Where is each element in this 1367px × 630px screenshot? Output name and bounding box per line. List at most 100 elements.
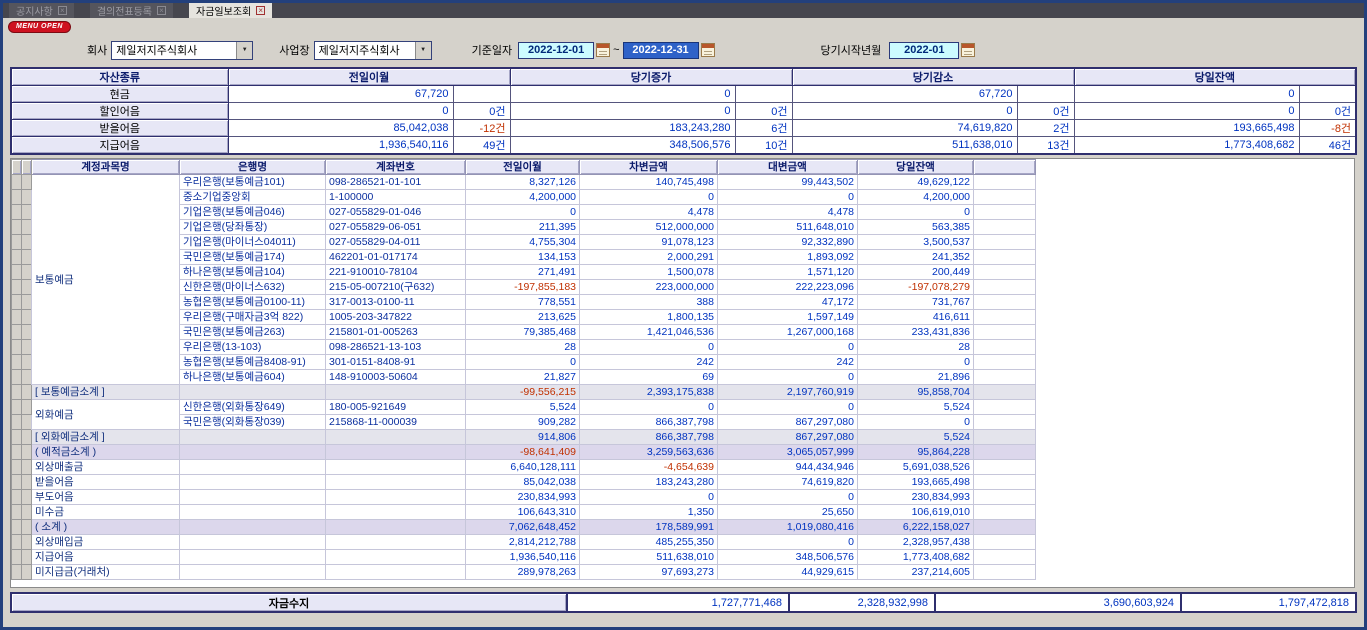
row-selector[interactable] <box>22 205 32 220</box>
debit-cell[interactable]: 0 <box>580 400 718 415</box>
balance-cell[interactable]: 21,896 <box>858 370 974 385</box>
bank-name-cell[interactable] <box>180 535 326 550</box>
account-no-cell[interactable]: 1-100000 <box>326 190 466 205</box>
count-cell[interactable] <box>735 86 792 103</box>
amount-cell[interactable]: 74,619,820 <box>792 120 1017 137</box>
close-icon[interactable]: × <box>157 6 166 15</box>
close-icon[interactable]: × <box>58 6 67 15</box>
row-selector[interactable] <box>12 475 22 490</box>
row-selector[interactable] <box>12 535 22 550</box>
account-no-cell[interactable] <box>326 535 466 550</box>
carry-cell[interactable]: 79,385,468 <box>466 325 580 340</box>
credit-cell[interactable]: 0 <box>718 190 858 205</box>
bank-name-cell[interactable]: 국민은행(보통예금174) <box>180 250 326 265</box>
balance-cell[interactable]: 95,858,704 <box>858 385 974 400</box>
menu-open-button[interactable]: MENU OPEN <box>8 21 71 33</box>
balance-cell[interactable]: 5,524 <box>858 430 974 445</box>
debit-cell[interactable]: 0 <box>580 340 718 355</box>
count-cell[interactable]: 0건 <box>453 103 510 120</box>
amount-cell[interactable]: 0 <box>792 103 1017 120</box>
debit-cell[interactable]: 388 <box>580 295 718 310</box>
row-selector[interactable] <box>12 370 22 385</box>
calendar-icon[interactable] <box>701 43 715 57</box>
row-selector[interactable] <box>12 235 22 250</box>
row-selector[interactable] <box>22 550 32 565</box>
debit-cell[interactable]: 223,000,000 <box>580 280 718 295</box>
credit-cell[interactable]: 1,571,120 <box>718 265 858 280</box>
account-no-cell[interactable] <box>326 520 466 535</box>
bank-name-cell[interactable]: 기업은행(당좌통장) <box>180 220 326 235</box>
row-selector[interactable] <box>12 460 22 475</box>
bank-name-cell[interactable] <box>180 385 326 400</box>
balance-cell[interactable]: 237,214,605 <box>858 565 974 580</box>
debit-cell[interactable]: 0 <box>580 190 718 205</box>
row-selector[interactable] <box>22 535 32 550</box>
bank-name-cell[interactable] <box>180 475 326 490</box>
balance-cell[interactable]: 5,691,038,526 <box>858 460 974 475</box>
carry-cell[interactable]: 5,524 <box>466 400 580 415</box>
balance-cell[interactable]: 5,524 <box>858 400 974 415</box>
account-no-cell[interactable]: 027-055829-06-051 <box>326 220 466 235</box>
carry-cell[interactable]: 4,755,304 <box>466 235 580 250</box>
account-label-cell[interactable]: 부도어음 <box>32 490 180 505</box>
credit-cell[interactable]: 348,506,576 <box>718 550 858 565</box>
tab-notice[interactable]: 공지사항 × <box>9 3 74 18</box>
carry-cell[interactable]: -98,641,409 <box>466 445 580 460</box>
carry-cell[interactable]: 106,643,310 <box>466 505 580 520</box>
balance-cell[interactable]: 1,773,408,682 <box>858 550 974 565</box>
carry-cell[interactable]: 6,640,128,111 <box>466 460 580 475</box>
balance-cell[interactable]: 4,200,000 <box>858 190 974 205</box>
row-selector[interactable] <box>22 415 32 430</box>
bank-name-cell[interactable] <box>180 520 326 535</box>
row-selector[interactable] <box>12 400 22 415</box>
row-selector[interactable] <box>22 460 32 475</box>
account-no-cell[interactable] <box>326 445 466 460</box>
row-selector[interactable] <box>22 565 32 580</box>
account-no-cell[interactable]: 180-005-921649 <box>326 400 466 415</box>
credit-cell[interactable]: 0 <box>718 490 858 505</box>
debit-cell[interactable]: 69 <box>580 370 718 385</box>
carry-cell[interactable]: 8,327,126 <box>466 175 580 190</box>
carry-cell[interactable]: 1,936,540,116 <box>466 550 580 565</box>
credit-cell[interactable]: 25,650 <box>718 505 858 520</box>
amount-cell[interactable]: 1,936,540,116 <box>228 137 453 155</box>
debit-cell[interactable]: 2,000,291 <box>580 250 718 265</box>
carry-cell[interactable]: 7,062,648,452 <box>466 520 580 535</box>
carry-cell[interactable]: 778,551 <box>466 295 580 310</box>
carry-cell[interactable]: 271,491 <box>466 265 580 280</box>
bank-name-cell[interactable]: 중소기업중앙회 <box>180 190 326 205</box>
debit-cell[interactable]: 140,745,498 <box>580 175 718 190</box>
row-selector[interactable] <box>22 265 32 280</box>
debit-cell[interactable]: 178,589,991 <box>580 520 718 535</box>
carry-cell[interactable]: 289,978,263 <box>466 565 580 580</box>
account-label-cell[interactable]: 지급어음 <box>32 550 180 565</box>
account-label-cell[interactable]: 외상매입금 <box>32 535 180 550</box>
credit-cell[interactable]: 1,019,080,416 <box>718 520 858 535</box>
bank-name-cell[interactable]: 농협은행(보통예금8408-91) <box>180 355 326 370</box>
carry-cell[interactable]: 213,625 <box>466 310 580 325</box>
credit-cell[interactable]: 1,597,149 <box>718 310 858 325</box>
bank-name-cell[interactable] <box>180 505 326 520</box>
row-selector[interactable] <box>22 355 32 370</box>
account-no-cell[interactable]: 221-910010-78104 <box>326 265 466 280</box>
account-label-cell[interactable]: 받을어음 <box>32 475 180 490</box>
debit-cell[interactable]: 512,000,000 <box>580 220 718 235</box>
tab-voucher-entry[interactable]: 결의전표등록 × <box>90 3 173 18</box>
credit-cell[interactable]: 511,648,010 <box>718 220 858 235</box>
debit-cell[interactable]: 3,259,563,636 <box>580 445 718 460</box>
balance-cell[interactable]: 106,619,010 <box>858 505 974 520</box>
row-selector[interactable] <box>12 445 22 460</box>
amount-cell[interactable]: 0 <box>1074 103 1299 120</box>
company-select[interactable]: 제일저지주식회사 ▼ <box>111 41 253 60</box>
amount-cell[interactable]: 67,720 <box>792 86 1017 103</box>
account-no-cell[interactable] <box>326 565 466 580</box>
balance-cell[interactable]: 0 <box>858 415 974 430</box>
account-no-cell[interactable] <box>326 550 466 565</box>
account-no-cell[interactable]: 215-05-007210(구632) <box>326 280 466 295</box>
bank-name-cell[interactable] <box>180 490 326 505</box>
bank-name-cell[interactable] <box>180 445 326 460</box>
account-no-cell[interactable]: 027-055829-01-046 <box>326 205 466 220</box>
period-start-input[interactable]: 2022-01 <box>889 42 959 59</box>
balance-cell[interactable]: 200,449 <box>858 265 974 280</box>
debit-cell[interactable]: 183,243,280 <box>580 475 718 490</box>
